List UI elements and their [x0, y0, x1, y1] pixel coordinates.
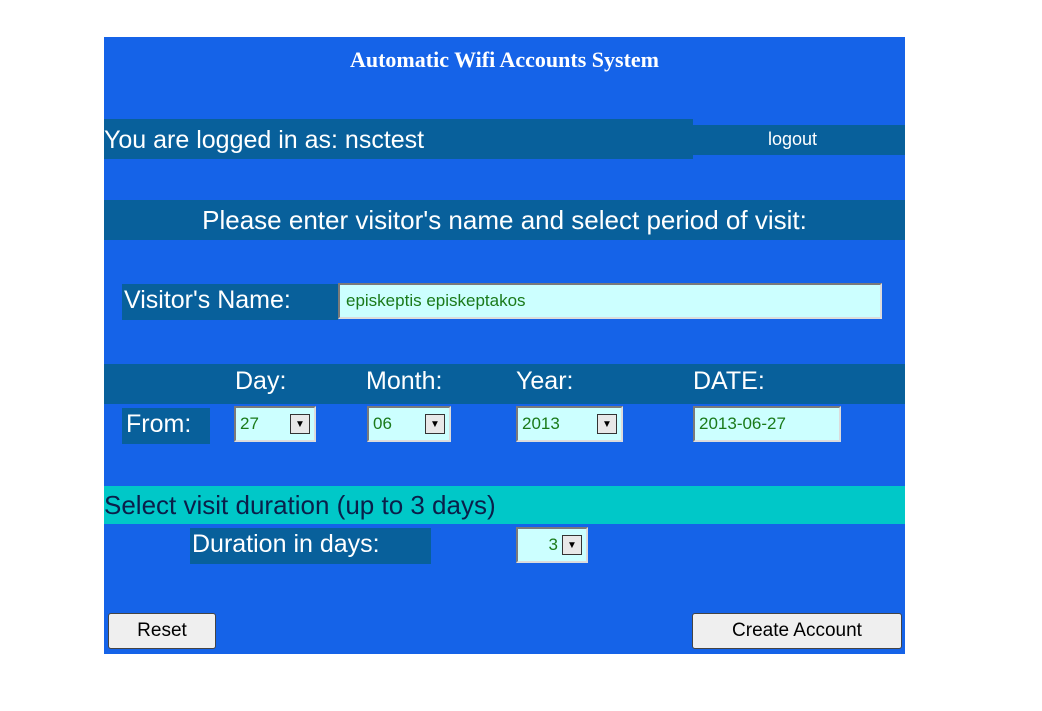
from-label: From:	[126, 410, 192, 438]
page-title: Automatic Wifi Accounts System	[349, 47, 659, 72]
year-select[interactable]: 2013 ▼	[516, 406, 623, 442]
month-select[interactable]: 06 ▼	[367, 406, 451, 442]
reset-button[interactable]: Reset	[108, 613, 216, 649]
date-field[interactable]	[693, 406, 841, 442]
year-select-value: 2013	[522, 414, 560, 433]
prompt-text: Please enter visitor's name and select p…	[202, 205, 807, 235]
chevron-down-icon[interactable]: ▼	[597, 414, 617, 434]
duration-select[interactable]: 3 ▼	[516, 527, 588, 563]
day-select-value: 27	[240, 414, 259, 433]
wifi-accounts-panel: Automatic Wifi Accounts System You are l…	[104, 37, 905, 654]
logout-link[interactable]: logout	[768, 129, 817, 150]
date-header-bar	[104, 364, 905, 404]
chevron-down-icon[interactable]: ▼	[425, 414, 445, 434]
month-select-value: 06	[373, 414, 392, 433]
visitor-name-label: Visitor's Name:	[124, 286, 291, 314]
day-label: Day:	[235, 367, 287, 395]
logged-in-text: You are logged in as: nsctest	[104, 126, 425, 154]
duration-select-value: 3	[548, 535, 558, 554]
duration-label: Duration in days:	[192, 530, 380, 558]
duration-heading: Select visit duration (up to 3 days)	[104, 490, 496, 520]
chevron-down-icon[interactable]: ▼	[562, 535, 582, 555]
date-label: DATE:	[693, 367, 765, 395]
day-select[interactable]: 27 ▼	[234, 406, 316, 442]
year-label: Year:	[516, 367, 574, 395]
visitor-name-input[interactable]	[338, 283, 882, 319]
chevron-down-icon[interactable]: ▼	[290, 414, 310, 434]
create-account-button[interactable]: Create Account	[692, 613, 902, 649]
month-label: Month:	[366, 367, 443, 395]
